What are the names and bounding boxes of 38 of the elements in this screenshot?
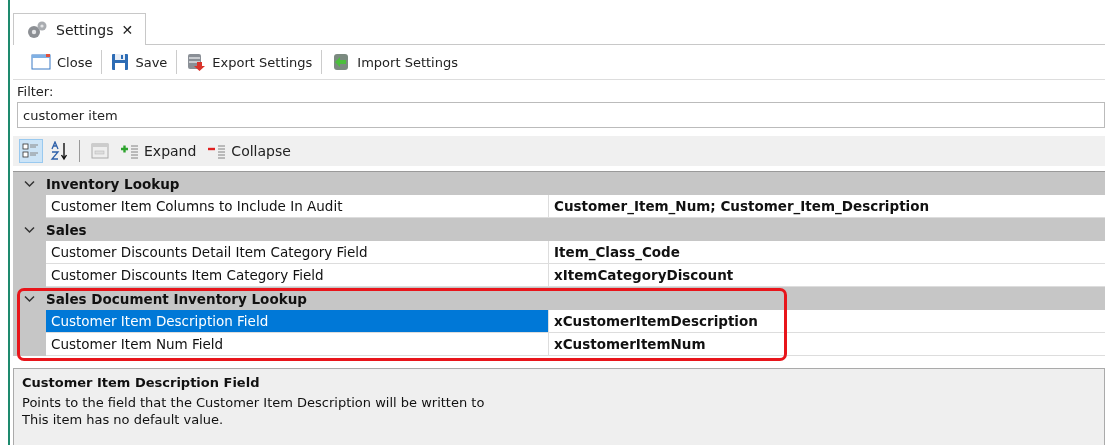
description-text: Points to the field that the Customer Item Description will be written to xyxy=(22,394,486,411)
filter-label: Filter: xyxy=(17,84,54,100)
category-header[interactable]: Inventory Lookup xyxy=(13,172,1105,195)
categorized-view-button[interactable] xyxy=(19,139,43,163)
default-value-note: This item has no default value. xyxy=(22,411,225,428)
property-name[interactable]: Customer Item Num Field xyxy=(46,333,549,356)
save-button[interactable]: Save xyxy=(105,48,174,76)
close-tab-icon[interactable]: ✕ xyxy=(121,21,134,38)
property-value[interactable]: Item_Class_Code xyxy=(549,241,1105,264)
property-name[interactable]: Customer Discounts Item Category Field xyxy=(46,264,549,287)
property-name[interactable]: Customer Discounts Detail Item Category Field xyxy=(46,241,549,264)
category-title: Sales Document Inventory Lookup xyxy=(46,290,307,307)
chevron-down-icon[interactable] xyxy=(24,225,35,234)
expand-icon xyxy=(119,143,141,159)
property-name[interactable]: Customer Item Columns to Include In Audit xyxy=(46,195,549,218)
filter-field[interactable]: customer item xyxy=(17,102,1105,128)
settings-tab[interactable]: Settings ✕ xyxy=(13,13,147,45)
category-title: Inventory Lookup xyxy=(46,175,180,192)
property-value[interactable]: Customer_Item_Num; Customer_Item_Description xyxy=(549,195,1105,218)
export-settings-button[interactable]: Export Settings xyxy=(180,48,319,76)
close-button[interactable]: Close xyxy=(25,48,99,76)
window-icon xyxy=(31,53,51,71)
gears-icon xyxy=(26,19,48,40)
import-settings-button[interactable]: Import Settings xyxy=(325,48,464,76)
chevron-down-icon[interactable] xyxy=(24,179,35,188)
database-export-icon xyxy=(186,52,207,72)
tab-label: Settings xyxy=(56,21,114,38)
description-title: Customer Item Description Field xyxy=(22,374,261,391)
category-title: Sales xyxy=(46,221,87,238)
property-value[interactable]: xItemCategoryDiscount xyxy=(549,264,1105,287)
property-name[interactable]: Customer Item Description Field xyxy=(46,310,549,333)
category-header[interactable]: Sales xyxy=(13,218,1105,241)
property-value[interactable]: xCustomerItemNum xyxy=(549,333,1105,356)
expand-button[interactable]: Expand xyxy=(116,139,200,163)
property-value[interactable]: xCustomerItemDescription xyxy=(549,310,1105,333)
category-header[interactable]: Sales Document Inventory Lookup xyxy=(13,287,1105,310)
collapse-button[interactable]: Collapse xyxy=(203,139,294,163)
chevron-down-icon[interactable] xyxy=(24,294,35,303)
